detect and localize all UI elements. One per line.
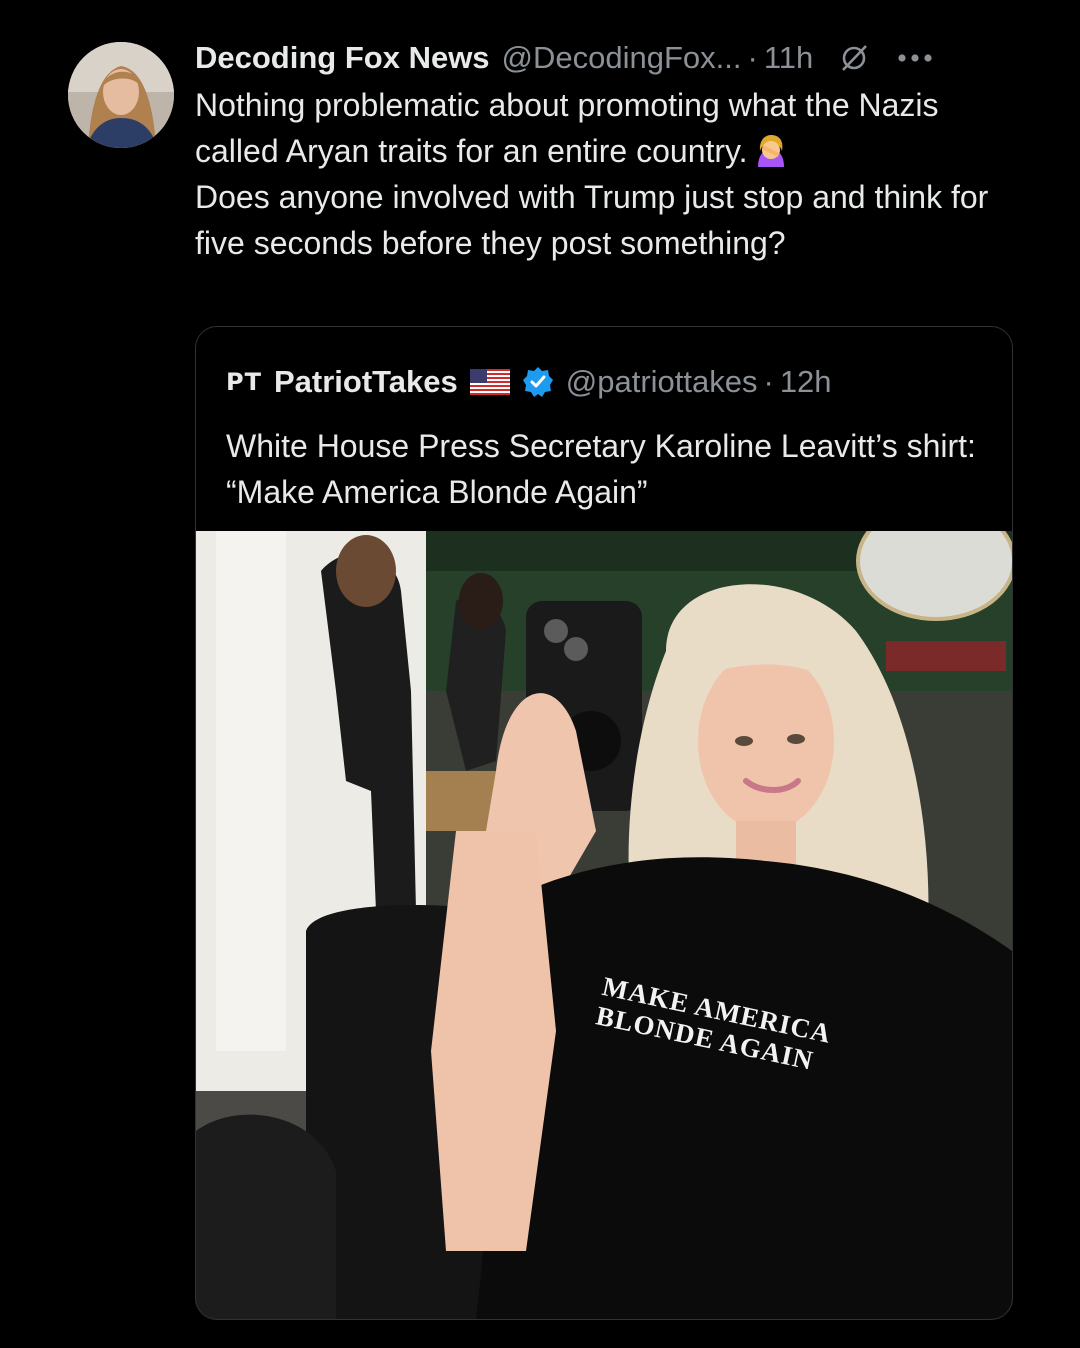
author-avatar[interactable]	[68, 42, 174, 148]
verified-badge-icon	[522, 367, 553, 397]
tweet-header: Decoding Fox News @DecodingFox... · 11h	[195, 36, 1025, 80]
avatar-photo	[68, 42, 174, 148]
us-flag-icon	[469, 369, 510, 395]
quoted-tweet-image[interactable]: MAKE AMERICA BLONDE AGAIN	[196, 531, 1012, 1319]
woman-facepalming-icon	[757, 135, 784, 167]
more-options-icon[interactable]	[897, 53, 933, 63]
quoted-header-separator: ·	[763, 364, 774, 399]
quoted-author-handle[interactable]: @patriottakes	[566, 364, 758, 400]
quoted-tweet[interactable]: PT PatriotTakes @patriottakes · 12h Whit…	[195, 326, 1013, 1320]
salon-selfie-photo	[196, 531, 1012, 1319]
author-name[interactable]: Decoding Fox News	[195, 36, 490, 80]
quoted-author-name[interactable]: PatriotTakes	[274, 364, 458, 400]
quoted-tweet-timestamp[interactable]: 12h	[780, 364, 832, 400]
grok-icon[interactable]	[839, 43, 869, 73]
tweet-text-line1: Nothing problematic about promoting what…	[195, 87, 948, 169]
header-separator: ·	[747, 40, 758, 75]
patriottakes-logo[interactable]: PT	[226, 368, 262, 396]
tweet-text-line2: Does anyone involved with Trump just sto…	[195, 179, 998, 261]
author-handle[interactable]: @DecodingFox...	[502, 36, 742, 80]
tweet-text: Nothing problematic about promoting what…	[195, 82, 1015, 266]
quoted-tweet-text: White House Press Secretary Karoline Lea…	[226, 428, 976, 510]
tweet-timestamp[interactable]: 11h	[764, 36, 813, 80]
quoted-tweet-header: PT PatriotTakes @patriottakes · 12h	[226, 359, 1006, 405]
tweet[interactable]: Decoding Fox News @DecodingFox... · 11h …	[0, 0, 1080, 1348]
